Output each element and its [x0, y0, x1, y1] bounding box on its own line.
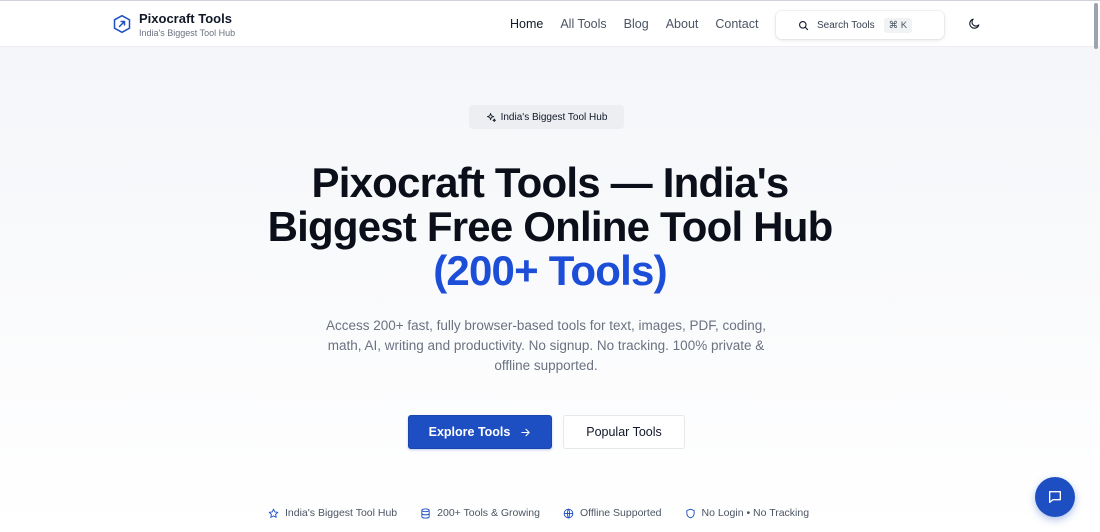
brand[interactable]: Pixocraft Tools India's Biggest Tool Hub: [112, 11, 235, 39]
sparkles-icon: [486, 112, 496, 122]
feature-item: India's Biggest Tool Hub: [268, 507, 397, 519]
star-icon: [268, 508, 279, 518]
nav-about[interactable]: About: [666, 16, 699, 32]
search-shortcut: ⌘ K: [883, 17, 913, 33]
explore-tools-label: Explore Tools: [428, 425, 511, 439]
hero-badge-label: India's Biggest Tool Hub: [500, 111, 608, 123]
search-label: Search Tools: [817, 19, 875, 31]
brand-name: Pixocraft Tools: [139, 11, 232, 26]
hero-title-line1: Pixocraft Tools — India's: [311, 159, 790, 206]
feature-label: No Login • No Tracking: [701, 507, 810, 519]
nav-contact[interactable]: Contact: [715, 16, 758, 32]
globe-icon: [563, 507, 574, 519]
search-icon: [799, 20, 809, 30]
chat-button[interactable]: [1035, 477, 1075, 517]
search-button[interactable]: Search Tools ⌘ K: [776, 11, 944, 39]
hero-title: Pixocraft Tools — India's Biggest Free O…: [200, 161, 900, 293]
nav-all-tools[interactable]: All Tools: [560, 16, 606, 32]
page-scrollbar[interactable]: [1094, 3, 1098, 49]
moon-icon[interactable]: [968, 17, 981, 30]
popular-tools-button[interactable]: Popular Tools: [563, 415, 685, 449]
hero-title-accent: (200+ Tools): [433, 247, 667, 294]
hero-badge: India's Biggest Tool Hub: [469, 105, 624, 129]
popular-tools-label: Popular Tools: [586, 425, 662, 439]
site-header: Pixocraft Tools India's Biggest Tool Hub…: [0, 1, 1100, 49]
main-nav: Home All Tools Blog About Contact: [510, 16, 775, 32]
feature-item: Offline Supported: [563, 507, 662, 519]
brand-tagline: India's Biggest Tool Hub: [139, 28, 236, 38]
chat-icon: [1049, 491, 1061, 503]
feature-item: 200+ Tools & Growing: [420, 507, 540, 519]
shield-icon: [685, 508, 695, 518]
nav-blog[interactable]: Blog: [624, 16, 649, 32]
arrow-right-icon: [521, 428, 531, 436]
feature-list: India's Biggest Tool Hub 200+ Tools & Gr…: [268, 507, 832, 519]
hero-description: Access 200+ fast, fully browser-based to…: [325, 318, 767, 373]
feature-label: 200+ Tools & Growing: [437, 507, 540, 519]
hero-title-line2: Biggest Free Online Tool Hub: [267, 203, 834, 250]
feature-label: Offline Supported: [579, 507, 662, 519]
feature-label: India's Biggest Tool Hub: [285, 507, 398, 519]
database-icon: [421, 507, 430, 519]
feature-item: No Login • No Tracking: [685, 507, 810, 519]
explore-tools-button[interactable]: Explore Tools: [408, 415, 552, 449]
logo-icon: [113, 14, 131, 34]
nav-home[interactable]: Home: [510, 16, 543, 32]
